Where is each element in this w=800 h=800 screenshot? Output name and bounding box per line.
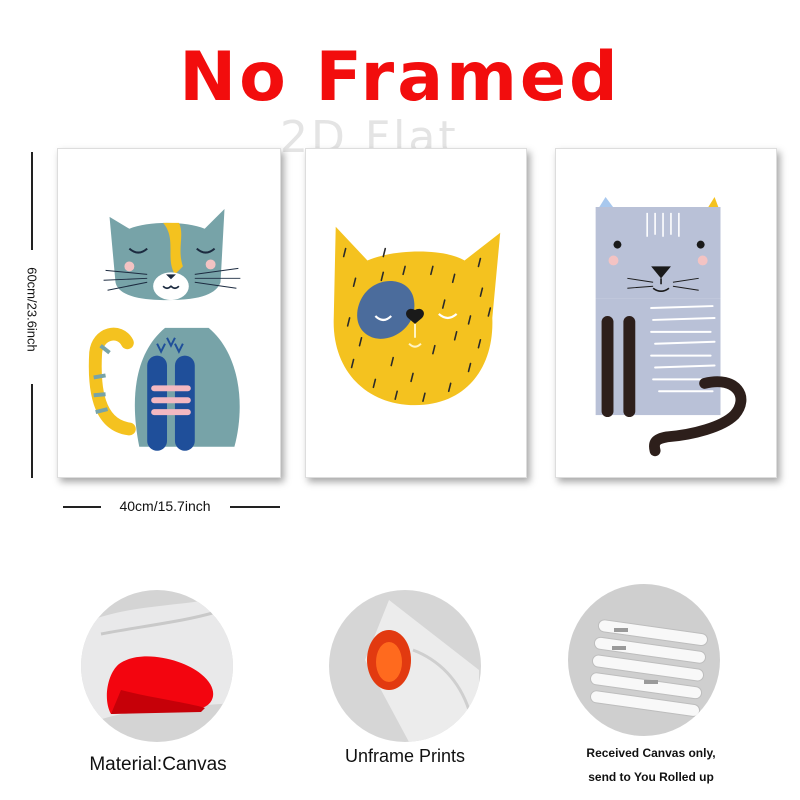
- height-dimension-line-bottom: [31, 384, 33, 478]
- print-yellow-cat: [305, 148, 527, 478]
- rolled-print-photo: [329, 590, 481, 742]
- caption-received-canvas: Received Canvas only, send to You Rolled…: [566, 741, 736, 789]
- caption-received-line2: send to You Rolled up: [588, 770, 714, 784]
- height-dimension-line-top: [31, 152, 33, 250]
- canvas-material-photo: [81, 590, 233, 742]
- page-title: No Framed: [179, 38, 621, 117]
- rolled-package-photo: [568, 584, 720, 736]
- print-grey-cat: [555, 148, 777, 478]
- print-blue-cat: [57, 148, 281, 478]
- yellow-cat-illustration: [333, 226, 501, 406]
- width-dimension-line-right: [230, 506, 280, 508]
- width-dimension-line-left: [63, 506, 101, 508]
- width-dimension-label: 40cm/15.7inch: [119, 498, 211, 514]
- grey-cat-illustration: [595, 197, 747, 457]
- caption-unframe: Unframe Prints: [344, 746, 466, 766]
- caption-received-line1: Received Canvas only,: [586, 746, 716, 760]
- caption-material: Material:Canvas: [89, 754, 227, 775]
- blue-cat-illustration: [88, 208, 241, 451]
- height-dimension-label: 60cm/23.6inch: [24, 267, 40, 352]
